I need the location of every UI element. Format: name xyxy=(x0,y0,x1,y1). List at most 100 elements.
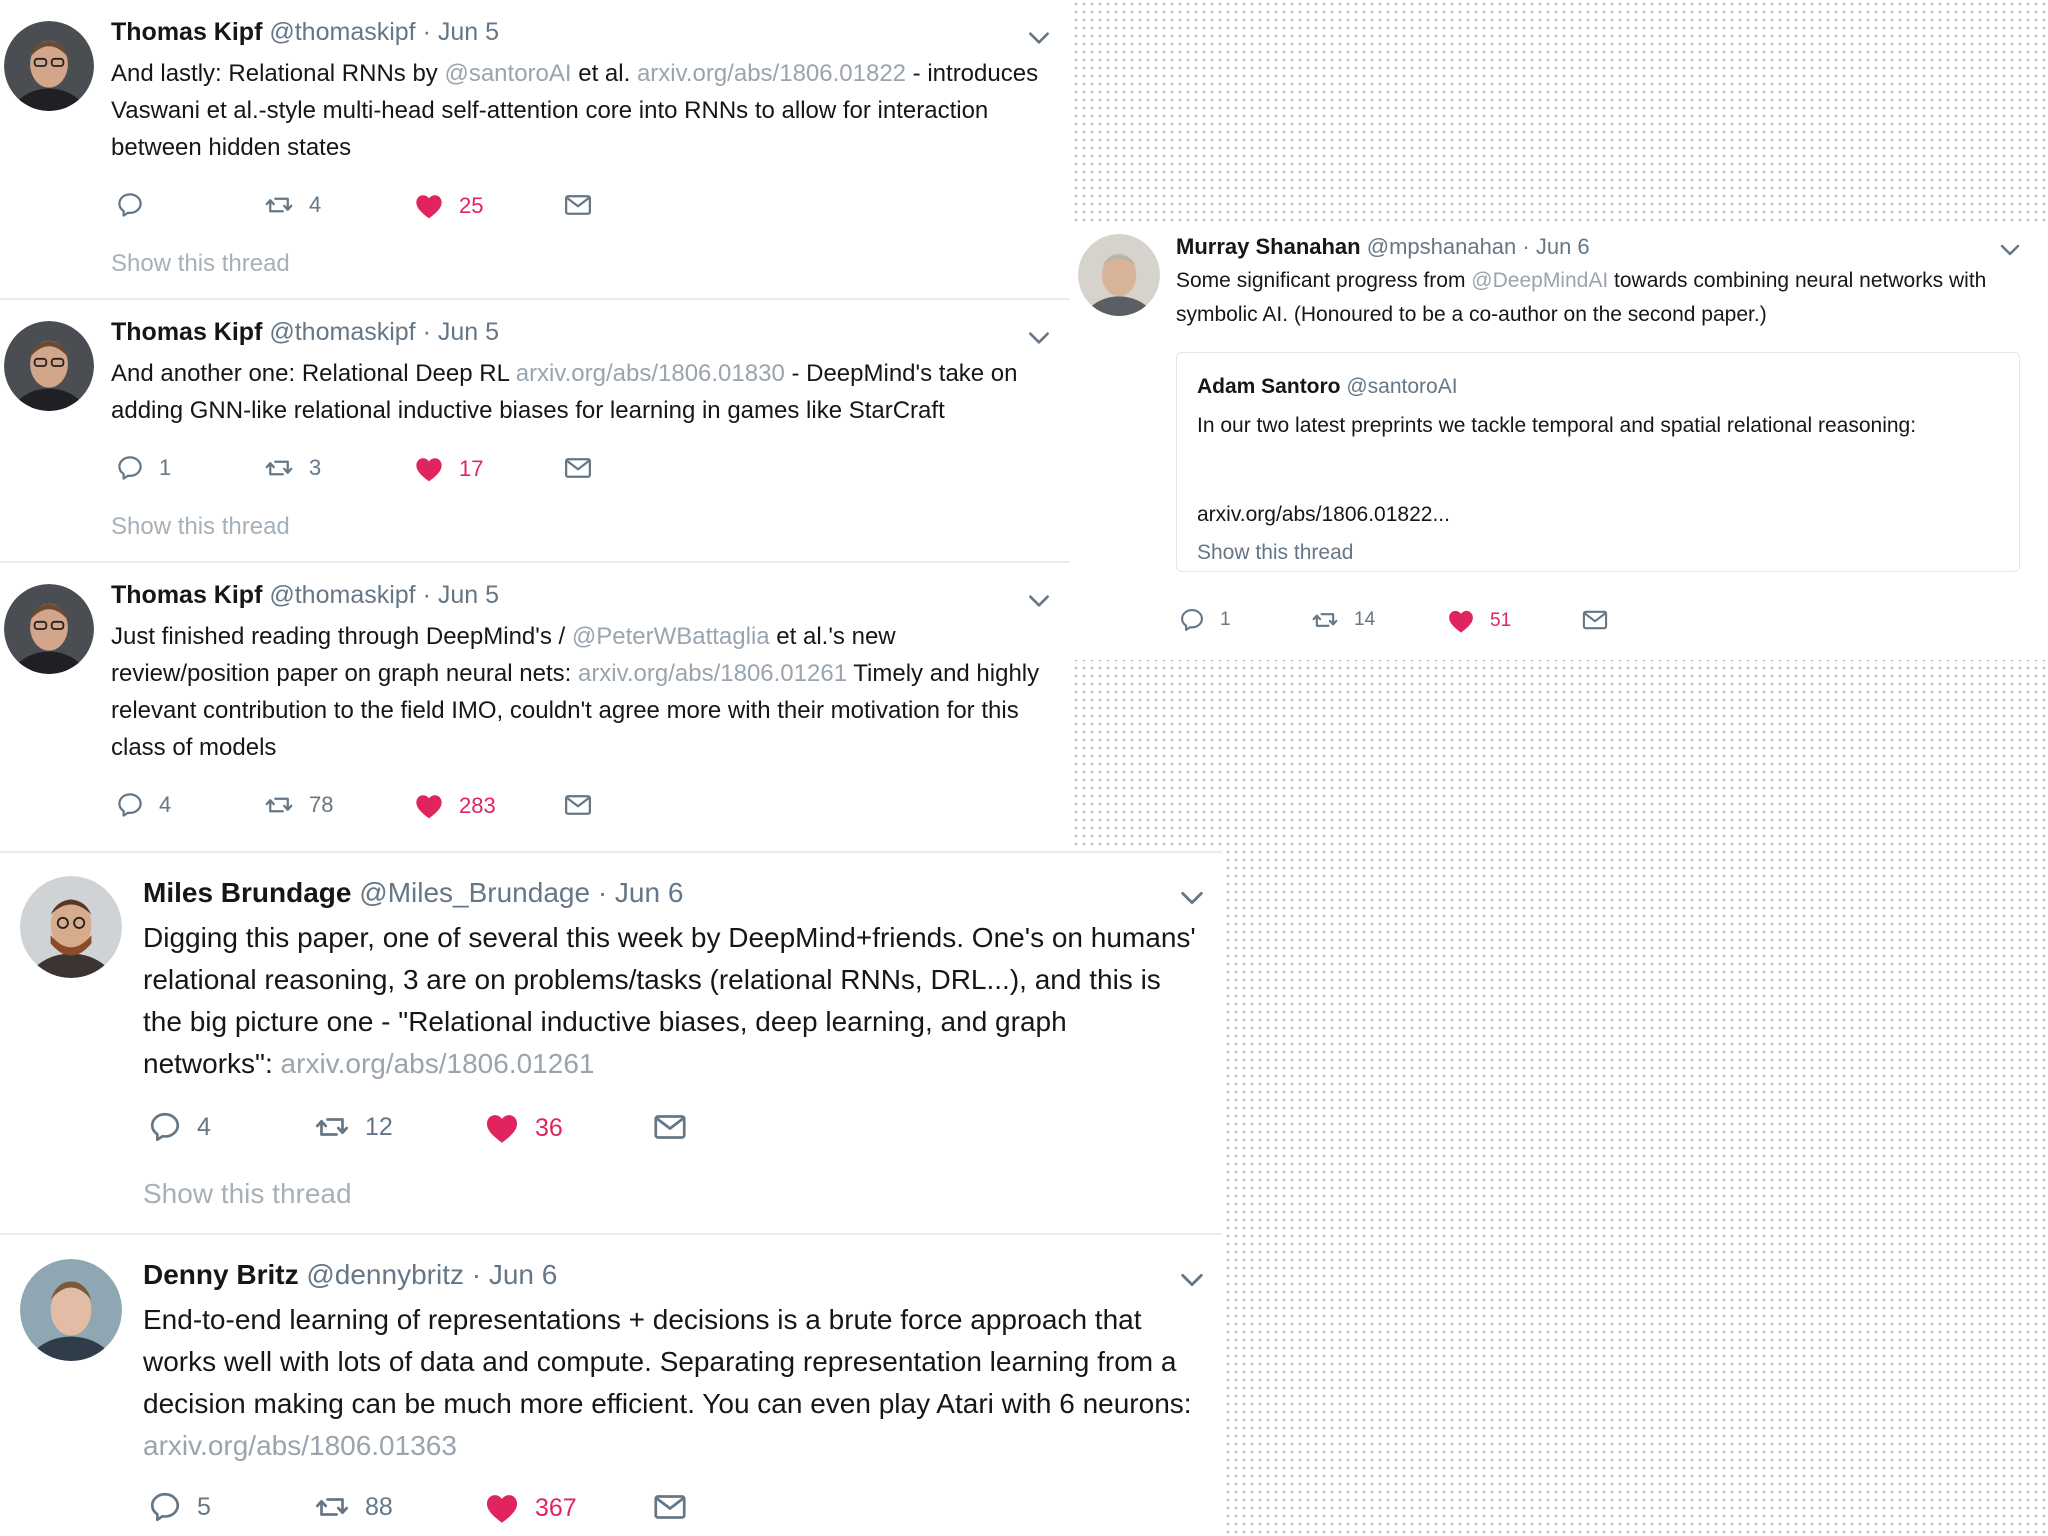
direct-message-button[interactable] xyxy=(562,790,594,820)
direct-message-button[interactable] xyxy=(651,1109,689,1145)
reply-icon xyxy=(115,453,145,483)
direct-message-button[interactable] xyxy=(562,190,594,220)
avatar[interactable] xyxy=(4,584,94,674)
chevron-down-icon[interactable] xyxy=(1026,25,1052,51)
quoted-show-thread-link[interactable]: Show this thread xyxy=(1197,541,1353,565)
timestamp[interactable]: · Jun 5 xyxy=(423,581,499,609)
chevron-down-icon[interactable] xyxy=(1178,884,1206,912)
heart-icon xyxy=(413,190,445,222)
mention-link[interactable]: @santoroAI xyxy=(444,60,571,87)
display-name[interactable]: Thomas Kipf xyxy=(111,18,262,46)
url-link[interactable]: arxiv.org/abs/1806.01261 xyxy=(578,660,847,687)
chevron-down-icon[interactable] xyxy=(1026,588,1052,614)
retweet-count: 88 xyxy=(365,1492,393,1521)
quoted-link[interactable]: arxiv.org/abs/1806.01822... xyxy=(1197,503,1450,527)
direct-message-button[interactable] xyxy=(651,1489,689,1525)
display-name[interactable]: Murray Shanahan xyxy=(1176,234,1361,259)
heart-icon xyxy=(483,1109,521,1147)
tweet: Thomas Kipf @thomaskipf · Jun 5 And anot… xyxy=(0,300,1072,561)
heart-icon xyxy=(413,790,445,822)
retweet-button[interactable]: 88 xyxy=(313,1489,393,1525)
handle[interactable]: @dennybritz xyxy=(306,1259,464,1290)
chevron-down-icon[interactable] xyxy=(1026,325,1052,351)
handle[interactable]: @mpshanahan xyxy=(1367,234,1517,259)
reply-button[interactable]: 1 xyxy=(115,453,171,483)
like-button[interactable]: 25 xyxy=(413,190,483,222)
text-segment: And lastly: Relational RNNs by xyxy=(111,60,445,87)
retweet-button[interactable]: 3 xyxy=(263,453,321,483)
mail-icon xyxy=(562,190,594,220)
like-count: 25 xyxy=(459,193,484,218)
retweet-icon xyxy=(313,1489,351,1525)
show-thread-link[interactable]: Show this thread xyxy=(143,1178,352,1210)
retweet-count: 3 xyxy=(309,455,322,480)
like-button[interactable]: 51 xyxy=(1446,606,1511,636)
retweet-button[interactable]: 12 xyxy=(313,1109,393,1145)
handle[interactable]: @thomaskipf xyxy=(269,318,415,346)
tweet-header: Thomas Kipf @thomaskipf · Jun 5 xyxy=(111,18,499,47)
avatar[interactable] xyxy=(20,876,122,978)
reply-icon xyxy=(115,790,145,820)
url-link[interactable]: arxiv.org/abs/1806.01822 xyxy=(637,60,906,87)
quoted-tweet[interactable]: Adam Santoro @santoroAI In our two lates… xyxy=(1176,352,2020,572)
retweet-button[interactable]: 78 xyxy=(263,790,333,820)
timestamp[interactable]: · Jun 5 xyxy=(423,18,499,46)
display-name[interactable]: Miles Brundage xyxy=(143,877,351,908)
display-name[interactable]: Thomas Kipf xyxy=(111,581,262,609)
mention-link[interactable]: @DeepMindAI xyxy=(1471,269,1608,292)
avatar[interactable] xyxy=(20,1259,122,1361)
avatar[interactable] xyxy=(4,321,94,411)
display-name[interactable]: Denny Britz xyxy=(143,1259,299,1290)
like-button[interactable]: 17 xyxy=(413,453,483,485)
timestamp[interactable]: · Jun 6 xyxy=(598,877,684,908)
url-link[interactable]: arxiv.org/abs/1806.01261 xyxy=(281,1048,595,1079)
retweet-icon xyxy=(1310,606,1340,634)
retweet-button[interactable]: 14 xyxy=(1310,606,1375,634)
timestamp[interactable]: · Jun 6 xyxy=(472,1259,558,1290)
like-button[interactable]: 36 xyxy=(483,1109,563,1147)
like-button[interactable]: 283 xyxy=(413,790,496,822)
reply-button[interactable]: 4 xyxy=(115,790,171,820)
timestamp[interactable]: · Jun 5 xyxy=(423,318,499,346)
show-thread-link[interactable]: Show this thread xyxy=(111,513,290,541)
url-link[interactable]: arxiv.org/abs/1806.01363 xyxy=(143,1430,457,1461)
reply-button[interactable] xyxy=(115,190,159,220)
quoted-handle[interactable]: @santoroAI xyxy=(1346,375,1457,398)
like-count: 51 xyxy=(1490,610,1512,631)
show-thread-link[interactable]: Show this thread xyxy=(111,250,290,278)
like-button[interactable]: 367 xyxy=(483,1489,577,1527)
chevron-down-icon[interactable] xyxy=(1178,1266,1206,1294)
handle[interactable]: @thomaskipf xyxy=(269,581,415,609)
chevron-down-icon[interactable] xyxy=(1998,238,2022,262)
direct-message-button[interactable] xyxy=(562,453,594,483)
mention-link[interactable]: @PeterWBattaglia xyxy=(572,623,770,650)
retweet-icon xyxy=(263,453,295,483)
reply-button[interactable]: 4 xyxy=(147,1109,211,1145)
retweet-count: 4 xyxy=(309,192,322,217)
avatar[interactable] xyxy=(1078,234,1160,316)
tweet-text: Just finished reading through DeepMind's… xyxy=(111,618,1061,766)
quoted-display-name[interactable]: Adam Santoro xyxy=(1197,375,1341,398)
reply-button[interactable]: 1 xyxy=(1178,606,1231,634)
mail-icon xyxy=(562,790,594,820)
timestamp[interactable]: · Jun 6 xyxy=(1522,234,1589,259)
retweet-count: 78 xyxy=(309,792,334,817)
tweet-text: Digging this paper, one of several this … xyxy=(143,917,1203,1085)
tweet-header: Thomas Kipf @thomaskipf · Jun 5 xyxy=(111,318,499,347)
handle[interactable]: @Miles_Brundage xyxy=(359,877,590,908)
direct-message-button[interactable] xyxy=(1580,606,1610,634)
reply-count: 1 xyxy=(1220,609,1231,630)
display-name[interactable]: Thomas Kipf xyxy=(111,318,262,346)
tweet: Thomas Kipf @thomaskipf · Jun 5 And last… xyxy=(0,0,1072,298)
retweet-icon xyxy=(263,790,295,820)
tweet-header: Thomas Kipf @thomaskipf · Jun 5 xyxy=(111,581,499,610)
reply-button[interactable]: 5 xyxy=(147,1489,211,1525)
avatar[interactable] xyxy=(4,21,94,111)
url-link[interactable]: arxiv.org/abs/1806.01830 xyxy=(516,360,785,387)
handle[interactable]: @thomaskipf xyxy=(269,18,415,46)
reply-icon xyxy=(115,190,145,220)
quoted-text: In our two latest preprints we tackle te… xyxy=(1197,414,1917,437)
reply-count: 4 xyxy=(197,1112,211,1141)
retweet-button[interactable]: 4 xyxy=(263,190,321,220)
tweet-header: Denny Britz @dennybritz · Jun 6 xyxy=(143,1259,557,1291)
